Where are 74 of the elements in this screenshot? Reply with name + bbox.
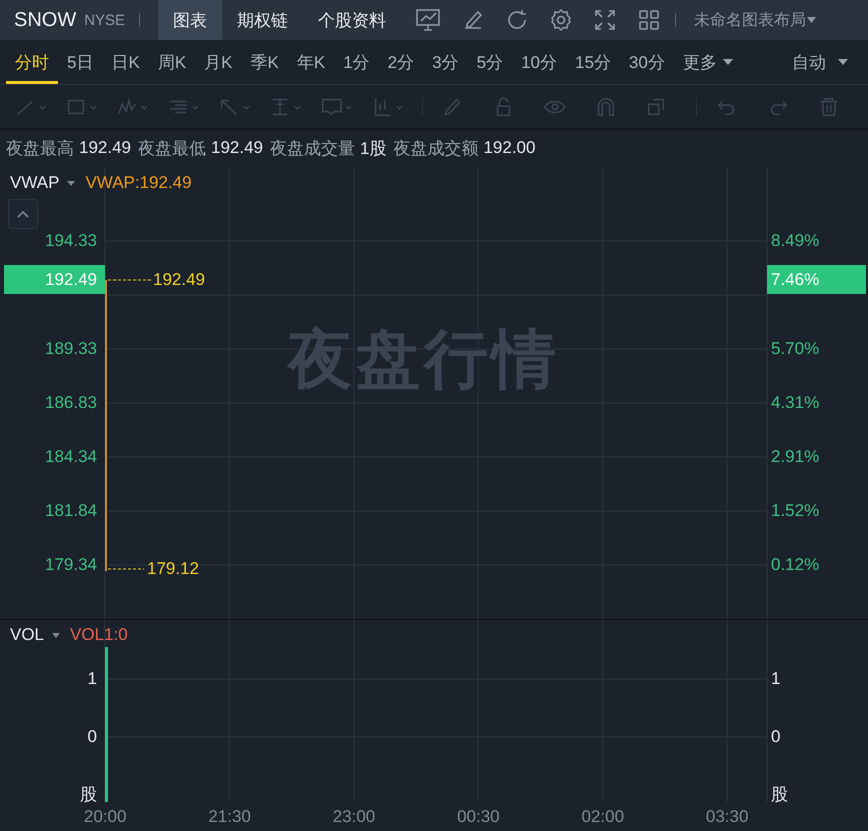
price-tick: 184.34 (45, 446, 97, 468)
caret-icon (807, 17, 816, 23)
price-badge: 192.49 (4, 265, 105, 294)
time-label: 20:00 (84, 807, 126, 827)
percent-tick: 5.70% (771, 338, 820, 360)
low-price-label: 179.12 (147, 559, 199, 579)
percent-tick: 0.12% (771, 554, 820, 576)
volume-tick: 0 (88, 726, 97, 748)
indicator-name[interactable]: VOL (10, 625, 44, 645)
fullscreen-icon[interactable] (593, 8, 618, 32)
price-tick: 179.34 (45, 554, 97, 576)
chart-tab[interactable]: 期权链 (222, 0, 304, 40)
period-tab[interactable]: 更多 (674, 40, 742, 84)
period-tab[interactable]: 30分 (620, 40, 674, 84)
stat-label: 夜盘成交量 (270, 138, 355, 160)
volume-tick: 股 (771, 784, 788, 806)
volume-tick: 股 (80, 784, 97, 806)
stat-value: 192.49 (211, 138, 263, 158)
time-label: 02:00 (581, 807, 624, 827)
percent-tick: 2.91% (771, 446, 820, 468)
price-tick: 189.33 (45, 338, 97, 360)
time-label: 23:00 (332, 807, 376, 827)
stat-label: 夜盘最低 (138, 138, 206, 160)
chevron-up-icon (17, 210, 29, 218)
mode-dropdown[interactable]: 自动 (786, 40, 854, 84)
chart-tab[interactable]: 个股资料 (303, 0, 402, 40)
percent-tick: 4.31% (771, 392, 820, 414)
period-tab[interactable]: 10分 (512, 40, 566, 84)
layout-menu[interactable]: 未命名图表布局 (694, 10, 806, 30)
chart-tab[interactable]: 图表 (158, 0, 222, 40)
price-tick: 194.33 (45, 230, 97, 252)
period-tab[interactable]: 5日 (58, 40, 102, 84)
settings-icon[interactable] (549, 8, 574, 32)
volume-tick: 0 (771, 726, 780, 748)
caret-icon (52, 632, 60, 638)
indicator-name[interactable]: VWAP (10, 173, 60, 193)
period-tab[interactable]: 5分 (468, 40, 512, 84)
time-label: 21:30 (208, 807, 251, 827)
stat-value: 192.00 (483, 138, 536, 158)
low-marker-line (108, 568, 144, 570)
stat-label: 夜盘最高 (6, 138, 74, 160)
high-price-label: 192.49 (153, 270, 205, 290)
period-tab[interactable]: 月K (195, 40, 242, 84)
collapse-button[interactable] (8, 199, 38, 229)
period-tab[interactable]: 1分 (334, 40, 379, 84)
exchange-label: NYSE (84, 12, 126, 28)
period-tab[interactable]: 周K (148, 40, 196, 84)
period-tab[interactable]: 3分 (423, 40, 468, 84)
period-tab[interactable]: 年K (288, 40, 334, 84)
period-tab[interactable]: 季K (242, 40, 288, 84)
percent-tick: 8.49% (771, 230, 820, 252)
indicator-value: VOL1:0 (70, 625, 128, 645)
stat-value: 1股 (360, 138, 386, 160)
grid-layout-icon[interactable] (637, 8, 662, 32)
caret-icon (67, 180, 76, 186)
stat-value: 192.49 (79, 138, 131, 158)
period-tab[interactable]: 分时 (6, 40, 58, 84)
chart-monitor-icon[interactable] (415, 8, 442, 32)
percent-tick: 1.52% (771, 500, 820, 522)
period-tab[interactable]: 日K (102, 40, 149, 84)
period-tab[interactable]: 2分 (378, 40, 424, 84)
caret-icon (838, 59, 848, 65)
stock-symbol: SNOW (14, 8, 76, 32)
indicator-value: VWAP:192.49 (85, 173, 192, 193)
price-tick: 181.84 (45, 500, 97, 522)
volume-tick: 1 (88, 668, 97, 690)
time-label: 03:30 (706, 807, 748, 827)
time-label: 00:30 (457, 807, 500, 827)
stat-label: 夜盘成交额 (393, 138, 478, 160)
price-tick: 186.83 (45, 392, 97, 414)
high-marker-line (108, 279, 152, 281)
period-tab[interactable]: 15分 (566, 40, 620, 84)
volume-tick: 1 (771, 668, 780, 690)
percent-badge: 7.46% (767, 265, 866, 294)
